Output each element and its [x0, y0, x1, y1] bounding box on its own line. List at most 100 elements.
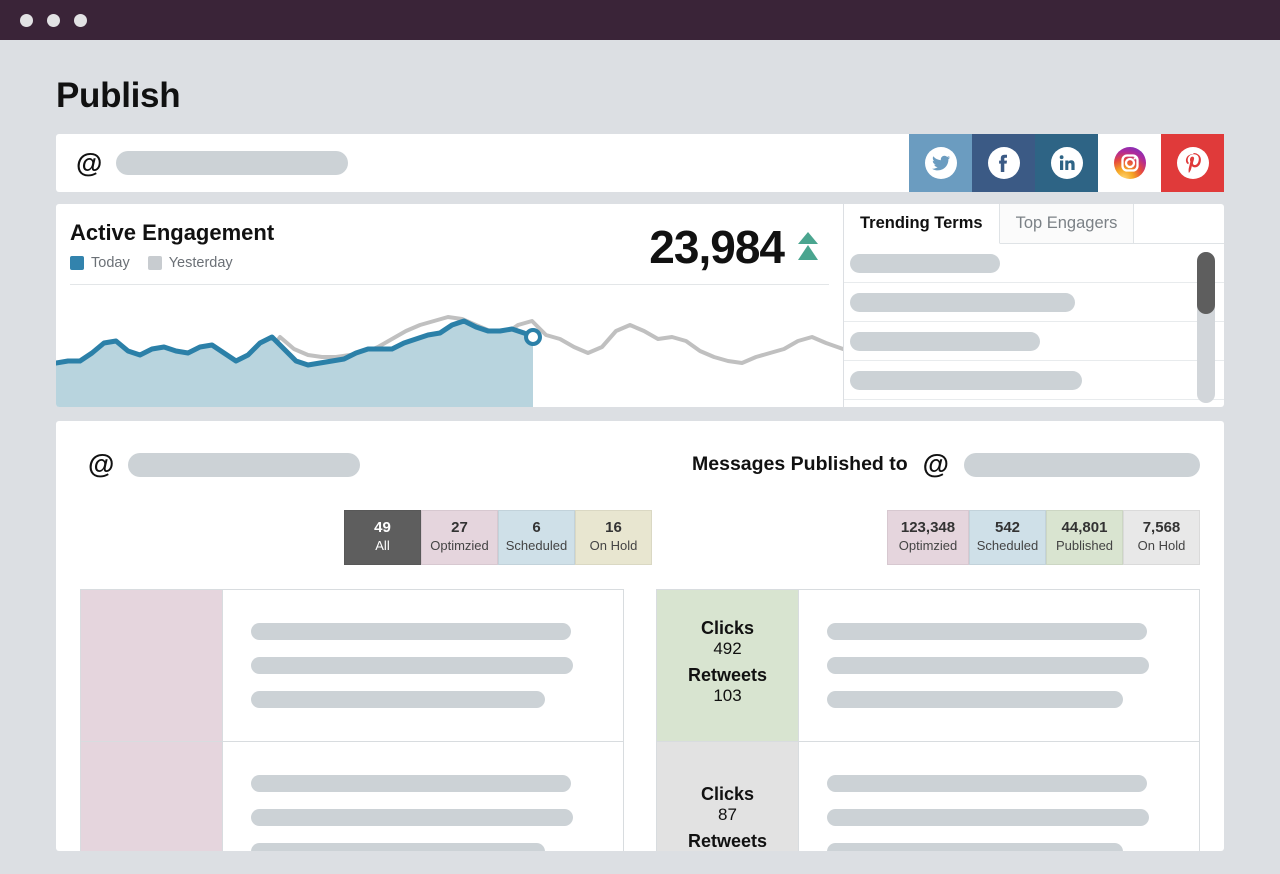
content-placeholder: [251, 843, 545, 851]
row-accent-cell: [81, 589, 223, 741]
engagement-title-block: Active Engagement Today Yesterday: [70, 220, 274, 271]
page-title: Publish: [56, 76, 181, 115]
list-item[interactable]: [844, 283, 1224, 322]
stat-value: 6: [532, 519, 541, 536]
facebook-icon: [987, 147, 1020, 179]
engagement-chart-svg: [56, 315, 843, 407]
list-item[interactable]: [844, 322, 1224, 361]
content-placeholder: [827, 690, 1123, 708]
metric-label-retweets: Retweets: [687, 830, 768, 851]
engagement-value: 23,984: [649, 221, 785, 273]
stat-label: On Hold: [1137, 537, 1186, 553]
metric-value-clicks: 87: [718, 804, 737, 824]
table-row[interactable]: Clicks 492 Retweets 103: [657, 589, 1199, 742]
right-message-list: Clicks 492 Retweets 103 Clicks 87 Retwee…: [656, 588, 1200, 851]
legend-label-today: Today: [91, 255, 130, 271]
metric-label-retweets: Retweets: [687, 665, 768, 686]
metric-value-retweets: 103: [713, 686, 742, 706]
metric-value-clicks: 492: [713, 639, 742, 659]
window-close-dot[interactable]: [20, 13, 33, 27]
social-filter-pinterest[interactable]: [1161, 134, 1224, 192]
account-selector[interactable]: @: [56, 149, 349, 177]
stat-label: Scheduled: [505, 537, 568, 553]
table-row[interactable]: Clicks 87 Retweets: [657, 741, 1199, 851]
chart-area-today: [56, 321, 533, 407]
stat-label: On Hold: [589, 537, 638, 553]
row-content: [799, 590, 1199, 741]
left-account-selector[interactable]: @: [80, 449, 361, 479]
list-item[interactable]: [844, 361, 1224, 400]
social-network-filters: [909, 134, 1224, 192]
messages-header: @ Messages Published to @: [80, 451, 1200, 478]
right-account-selector[interactable]: Messages Published to @: [692, 451, 1200, 478]
engagement-value-block: 23,984: [649, 220, 823, 274]
chart-today-endpoint-marker: [524, 328, 542, 346]
stat-value: 123,348: [900, 519, 956, 536]
message-lists: Clicks 492 Retweets 103 Clicks 87 Retwee…: [80, 588, 1200, 851]
right-account-placeholder: [964, 452, 1200, 477]
stat-label: Scheduled: [976, 537, 1039, 553]
stat-label: Optimzied: [898, 537, 958, 553]
stat-value: 49: [374, 519, 391, 536]
social-filter-twitter[interactable]: [909, 134, 972, 192]
right-stat-group: 123,348 Optimzied 542 Scheduled 44,801 P…: [887, 510, 1200, 565]
trending-term-placeholder: [850, 331, 1040, 351]
pinterest-icon: [1176, 147, 1209, 179]
stat-value: 44,801: [1061, 519, 1108, 536]
legend-swatch-today: [70, 256, 84, 270]
table-row[interactable]: [81, 741, 623, 851]
stat-value: 27: [451, 519, 468, 536]
row-content: [223, 742, 623, 851]
stat-on-hold[interactable]: 16 On Hold: [575, 510, 652, 565]
stat-optimized[interactable]: 27 Optimzied: [421, 510, 498, 565]
trending-scrollbar[interactable]: [1197, 252, 1215, 403]
engagement-header: Active Engagement Today Yesterday 23,984: [56, 204, 843, 274]
content-placeholder: [827, 656, 1149, 674]
social-filter-facebook[interactable]: [972, 134, 1035, 192]
stat-scheduled-total[interactable]: 542 Scheduled: [969, 510, 1046, 565]
stats-row: 49 All 27 Optimzied 6 Scheduled 16 On Ho…: [80, 510, 1200, 565]
content-placeholder: [251, 656, 573, 674]
content-placeholder: [827, 809, 1149, 827]
stat-value: 7,568: [1142, 519, 1181, 536]
stat-label: Optimzied: [430, 537, 489, 553]
social-filter-instagram[interactable]: [1098, 134, 1161, 192]
metric-label-clicks: Clicks: [700, 618, 755, 639]
tab-top-engagers[interactable]: Top Engagers: [999, 204, 1135, 243]
stat-on-hold-total[interactable]: 7,568 On Hold: [1123, 510, 1200, 565]
messages-card: @ Messages Published to @ 49 All 27 Opti…: [56, 421, 1224, 851]
left-account-placeholder: [128, 452, 361, 477]
content-placeholder: [827, 622, 1147, 640]
stat-optimized-total[interactable]: 123,348 Optimzied: [887, 510, 969, 565]
window-minimize-dot[interactable]: [47, 13, 60, 27]
list-item[interactable]: [844, 244, 1224, 283]
engagement-title: Active Engagement: [70, 220, 275, 245]
trending-list: [844, 244, 1224, 407]
active-engagement-card: Active Engagement Today Yesterday 23,984: [56, 204, 843, 407]
legend-swatch-yesterday: [147, 256, 162, 270]
trending-term-placeholder: [850, 292, 1075, 312]
content-placeholder: [827, 843, 1123, 851]
window-maximize-dot[interactable]: [74, 13, 87, 27]
chart-legend: Today Yesterday: [70, 255, 274, 271]
row-content: [799, 742, 1199, 851]
stat-label: All: [375, 537, 390, 553]
left-message-list: [80, 588, 624, 851]
trending-term-placeholder: [850, 370, 1082, 390]
row-metrics-cell: Clicks 87 Retweets: [657, 741, 799, 851]
row-content: [223, 590, 623, 741]
scrollbar-thumb[interactable]: [1197, 252, 1215, 314]
linkedin-icon: [1050, 147, 1083, 179]
legend-label-yesterday: Yesterday: [168, 255, 233, 271]
content-placeholder: [827, 775, 1147, 793]
stat-all[interactable]: 49 All: [344, 510, 421, 565]
page-root: Publish @ Active Engagement Today Yester…: [0, 76, 1280, 851]
stat-published-total[interactable]: 44,801 Published: [1046, 510, 1123, 565]
table-row[interactable]: [81, 589, 623, 742]
stat-scheduled[interactable]: 6 Scheduled: [498, 510, 575, 565]
social-filter-linkedin[interactable]: [1035, 134, 1098, 192]
tab-trending-terms[interactable]: Trending Terms: [844, 204, 1000, 244]
content-placeholder: [251, 622, 571, 640]
at-icon: @: [88, 449, 115, 479]
trending-tabs: Trending Terms Top Engagers: [844, 204, 1224, 244]
